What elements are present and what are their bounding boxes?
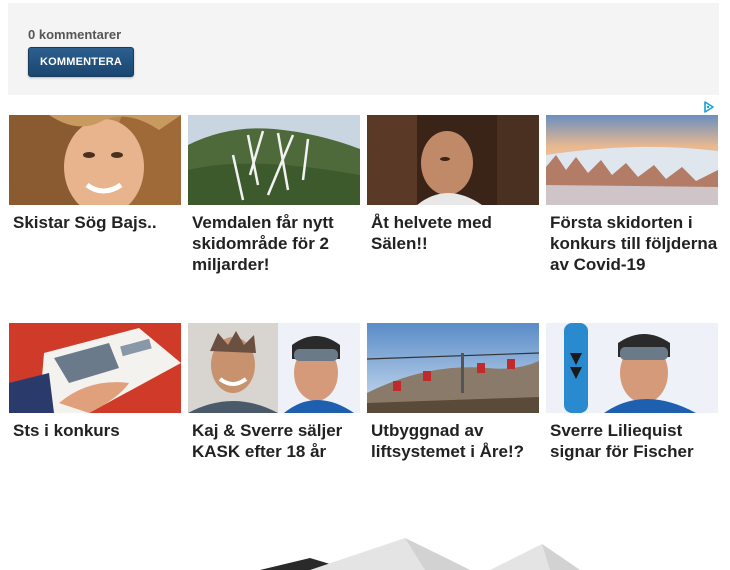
article-title[interactable]: Skistar Sög Bajs..: [13, 212, 183, 233]
article-thumbnail[interactable]: [546, 115, 718, 205]
article-title[interactable]: Åt helvete med Sälen!!: [371, 212, 541, 254]
article-thumbnail[interactable]: [188, 115, 360, 205]
article-title[interactable]: Sverre Liliequist signar för Fischer: [550, 420, 720, 462]
article-thumbnail[interactable]: [367, 323, 539, 413]
comment-button[interactable]: KOMMENTERA: [28, 47, 134, 77]
article-thumbnail[interactable]: [546, 323, 718, 413]
article-thumbnail[interactable]: [9, 115, 181, 205]
article-thumbnail[interactable]: [9, 323, 181, 413]
article-title[interactable]: Sts i konkurs: [13, 420, 183, 441]
article-title[interactable]: Vemdalen får nytt skidområde för 2 milja…: [192, 212, 362, 275]
article-thumbnail[interactable]: [188, 323, 360, 413]
comments-section: 0 kommentarer KOMMENTERA: [8, 3, 719, 95]
article-thumbnail[interactable]: [367, 115, 539, 205]
article-title[interactable]: Utbyggnad av liftsystemet i Åre!?: [371, 420, 541, 462]
comment-count: 0 kommentarer: [28, 27, 122, 42]
adchoices-icon[interactable]: [703, 100, 715, 113]
article-title[interactable]: Första skidorten i konkurs till följdern…: [550, 212, 720, 275]
article-title[interactable]: Kaj & Sverre säljer KASK efter 18 år: [192, 420, 362, 462]
footer-mountain-logo: [250, 530, 590, 570]
